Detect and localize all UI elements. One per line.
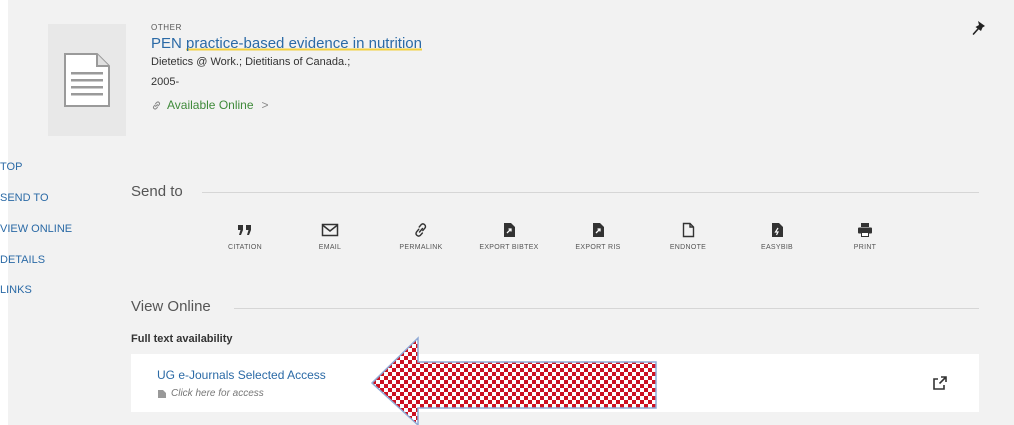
email-label: EMAIL (318, 244, 342, 251)
record-author: Dietetics @ Work.; Dietitians of Canada.… (151, 56, 351, 68)
send-to-heading: Send to (131, 183, 183, 200)
export-file-icon (593, 223, 604, 237)
chevron-right-icon: > (261, 98, 269, 112)
export-bibtex-label: EXPORT BIBTEX (479, 244, 539, 251)
record-date: 2005- (151, 76, 180, 88)
export-file-icon (504, 223, 515, 237)
record-title[interactable]: PEN practice-based evidence in nutrition (151, 35, 422, 52)
print-label: PRINT (853, 244, 877, 251)
send-to-divider (202, 192, 979, 193)
file-icon (158, 389, 166, 398)
permalink-label: PERMALINK (399, 244, 443, 251)
external-link-icon[interactable] (932, 375, 948, 396)
printer-icon (858, 223, 872, 237)
document-outline-icon (682, 222, 695, 238)
easybib-icon (772, 223, 783, 237)
record-title-prefix: PEN (151, 35, 187, 52)
document-icon (64, 53, 110, 107)
endnote-label: ENDNOTE (669, 244, 707, 251)
link-icon (152, 101, 161, 109)
citation-button[interactable]: CITATION (200, 222, 290, 251)
nav-item-top[interactable]: TOP (0, 161, 22, 173)
permalink-button[interactable]: PERMALINK (376, 222, 466, 251)
view-online-heading: View Online (131, 298, 211, 315)
service-note: Click here for access (157, 388, 264, 399)
pushpin-icon[interactable] (972, 20, 988, 43)
export-ris-label: EXPORT RIS (575, 244, 621, 251)
service-note-text: Click here for access (171, 388, 264, 399)
view-online-divider (234, 308, 979, 309)
nav-item-view-online[interactable]: VIEW ONLINE (0, 223, 72, 235)
available-online-link[interactable]: Available Online > (151, 98, 269, 112)
link-icon (415, 223, 427, 237)
citation-label: CITATION (227, 244, 263, 251)
envelope-icon (321, 223, 339, 237)
easybib-label: EASYBIB (760, 244, 794, 251)
nav-item-send-to[interactable]: SEND TO (0, 192, 49, 204)
print-button[interactable]: PRINT (820, 222, 910, 251)
record-thumbnail[interactable] (48, 24, 126, 136)
export-bibtex-button[interactable]: EXPORT BIBTEX (464, 222, 554, 251)
nav-item-details[interactable]: DETAILS (0, 254, 45, 266)
available-online-label: Available Online (167, 98, 254, 112)
endnote-button[interactable]: ENDNOTE (643, 222, 733, 251)
export-ris-button[interactable]: EXPORT RIS (553, 222, 643, 251)
easybib-button[interactable]: EASYBIB (732, 222, 822, 251)
send-to-actions: CITATION EMAIL PERMALINK EXPORT BIBTEX E… (200, 222, 900, 272)
full-text-availability-label: Full text availability (131, 333, 233, 345)
quote-icon (238, 225, 251, 235)
email-button[interactable]: EMAIL (285, 222, 375, 251)
full-text-service-row[interactable]: UG e-Journals Selected Access Click here… (131, 354, 979, 412)
record-title-main: practice-based evidence in nutrition (186, 35, 422, 52)
service-link[interactable]: UG e-Journals Selected Access (157, 368, 326, 382)
nav-item-links[interactable]: LINKS (0, 284, 32, 296)
record-type: OTHER (151, 23, 182, 32)
